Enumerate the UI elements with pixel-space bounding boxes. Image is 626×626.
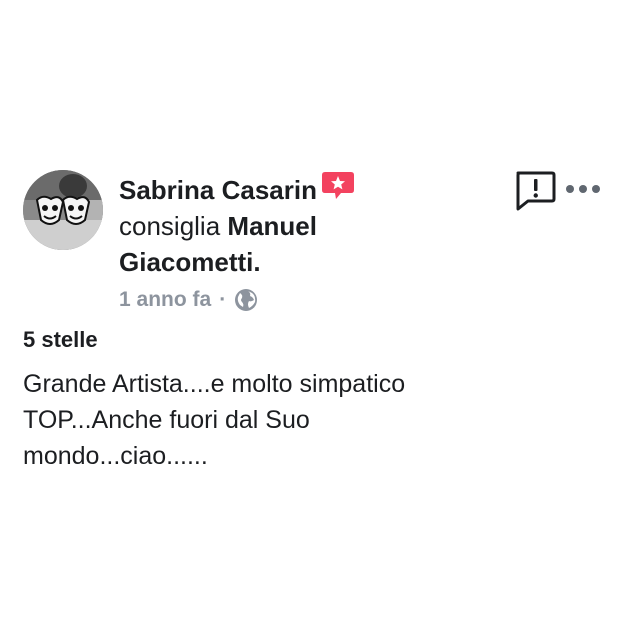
star-speech-bubble-icon bbox=[321, 171, 355, 201]
review-text: Grande Artista....e molto simpatico TOP.… bbox=[23, 370, 406, 470]
more-dots-icon bbox=[566, 185, 600, 193]
avatar-image bbox=[23, 170, 103, 250]
more-options-button[interactable] bbox=[564, 180, 602, 198]
post-header: Sabrina Casarin consiglia Manuel Giacome… bbox=[119, 171, 419, 280]
report-exclamation-icon bbox=[516, 171, 556, 211]
meta-separator: · bbox=[219, 288, 227, 311]
timestamp-link[interactable]: 1 anno fa bbox=[119, 288, 211, 312]
author-name-link[interactable]: Sabrina Casarin bbox=[119, 175, 317, 205]
globe-icon bbox=[234, 288, 258, 312]
recommendation-post: Sabrina Casarin consiglia Manuel Giacome… bbox=[0, 0, 626, 626]
avatar[interactable] bbox=[23, 170, 103, 250]
rating-label: 5 stelle bbox=[23, 327, 98, 352]
recommend-verb: consiglia bbox=[119, 211, 221, 241]
post-meta: 1 anno fa · bbox=[119, 286, 258, 314]
report-button[interactable] bbox=[514, 171, 556, 211]
